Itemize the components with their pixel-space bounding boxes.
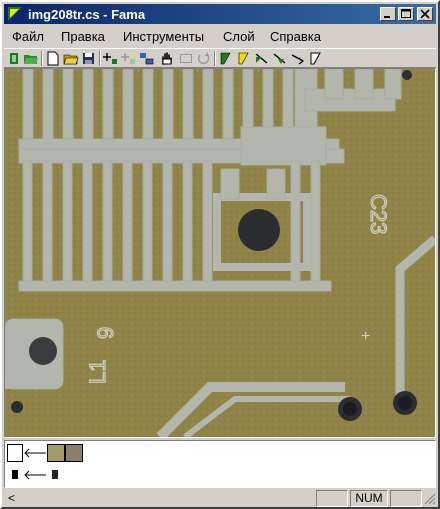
rotate-icon xyxy=(197,52,210,65)
layer-color-swatch[interactable] xyxy=(52,470,58,479)
maximize-icon xyxy=(401,9,411,18)
application-window: img208tr.cs - Fama Файл Правка Инструмен… xyxy=(0,0,440,509)
title-bar[interactable]: img208tr.cs - Fama xyxy=(4,4,436,24)
rect-select-icon xyxy=(180,54,192,63)
layer-color-swatch[interactable] xyxy=(47,444,65,462)
status-pane-empty xyxy=(390,490,422,507)
tool-layer-outline[interactable] xyxy=(308,51,324,66)
open-folder-icon xyxy=(24,55,38,64)
tool-rect-select[interactable] xyxy=(178,51,194,66)
tool-open-folder[interactable] xyxy=(23,51,39,66)
layer-arrow-down-icon xyxy=(273,53,286,64)
layer-green-arrow-icon xyxy=(255,53,268,64)
silkscreen-9: 9 xyxy=(93,327,118,339)
layer-outline-icon xyxy=(310,52,321,65)
hand-pan-icon xyxy=(162,52,172,65)
status-bar: < NUM xyxy=(4,489,436,509)
close-icon xyxy=(420,9,430,19)
select-region-icon xyxy=(140,53,154,65)
layer-color-swatch[interactable] xyxy=(12,470,18,479)
window-title: img208tr.cs - Fama xyxy=(28,7,146,22)
save-icon xyxy=(83,53,94,64)
toolbar-separator xyxy=(99,51,101,66)
tool-open-layer[interactable] xyxy=(7,51,23,66)
tool-remove-point[interactable] xyxy=(121,51,137,66)
layer-green-icon xyxy=(220,52,231,65)
menu-tools[interactable]: Инструменты xyxy=(123,29,204,44)
status-num: NUM xyxy=(350,490,388,507)
tool-save[interactable] xyxy=(81,51,97,66)
tool-hand[interactable] xyxy=(159,51,175,66)
arrow-left-icon xyxy=(24,470,46,480)
toolbar-separator xyxy=(41,51,43,66)
arrow-left-icon xyxy=(24,448,46,458)
open-file-icon xyxy=(63,54,79,65)
menu-layer[interactable]: Слой xyxy=(223,29,255,44)
silkscreen-l1: L1 xyxy=(85,360,110,384)
status-pane-empty xyxy=(316,490,348,507)
tool-select-region[interactable] xyxy=(139,51,155,66)
open-layer-icon xyxy=(10,53,18,64)
layer-arrow-right-icon xyxy=(291,54,304,65)
status-left-text: < xyxy=(8,491,16,505)
add-point-icon xyxy=(103,53,117,64)
layer-color-swatch[interactable] xyxy=(65,444,83,462)
new-document-icon xyxy=(47,51,59,66)
silkscreen-plus: + xyxy=(361,328,370,345)
close-button[interactable] xyxy=(417,7,433,21)
menu-bar: Файл Правка Инструменты Слой Справка xyxy=(4,26,436,46)
resize-grip-icon[interactable] xyxy=(424,493,436,505)
pcb-image[interactable]: C23 9 L1 + xyxy=(5,69,435,437)
layer-color-swatch[interactable] xyxy=(7,444,23,462)
tool-open[interactable] xyxy=(63,51,79,66)
layer-yellow-icon xyxy=(238,52,249,65)
tool-new[interactable] xyxy=(45,51,61,66)
image-canvas[interactable]: C23 9 L1 + xyxy=(4,68,436,438)
menu-help[interactable]: Справка xyxy=(270,29,321,44)
remove-point-icon xyxy=(121,53,135,64)
tool-layer-green-arrow[interactable] xyxy=(254,51,270,66)
tool-layer-yellow[interactable] xyxy=(236,51,252,66)
silkscreen-c23: C23 xyxy=(366,194,391,234)
tool-layer-arrow-right[interactable] xyxy=(290,51,306,66)
layer-panel xyxy=(4,440,436,488)
minimize-icon xyxy=(384,16,390,18)
toolbar-separator xyxy=(214,51,216,66)
tool-layer-green[interactable] xyxy=(218,51,234,66)
fama-app-icon xyxy=(8,7,22,21)
toolbar xyxy=(4,48,436,68)
tool-rotate[interactable] xyxy=(196,51,212,66)
menu-edit[interactable]: Правка xyxy=(61,29,105,44)
minimize-button[interactable] xyxy=(380,7,396,21)
tool-add-point[interactable] xyxy=(103,51,119,66)
tool-layer-arrow-down[interactable] xyxy=(272,51,288,66)
menu-file[interactable]: Файл xyxy=(12,29,44,44)
maximize-button[interactable] xyxy=(398,7,414,21)
